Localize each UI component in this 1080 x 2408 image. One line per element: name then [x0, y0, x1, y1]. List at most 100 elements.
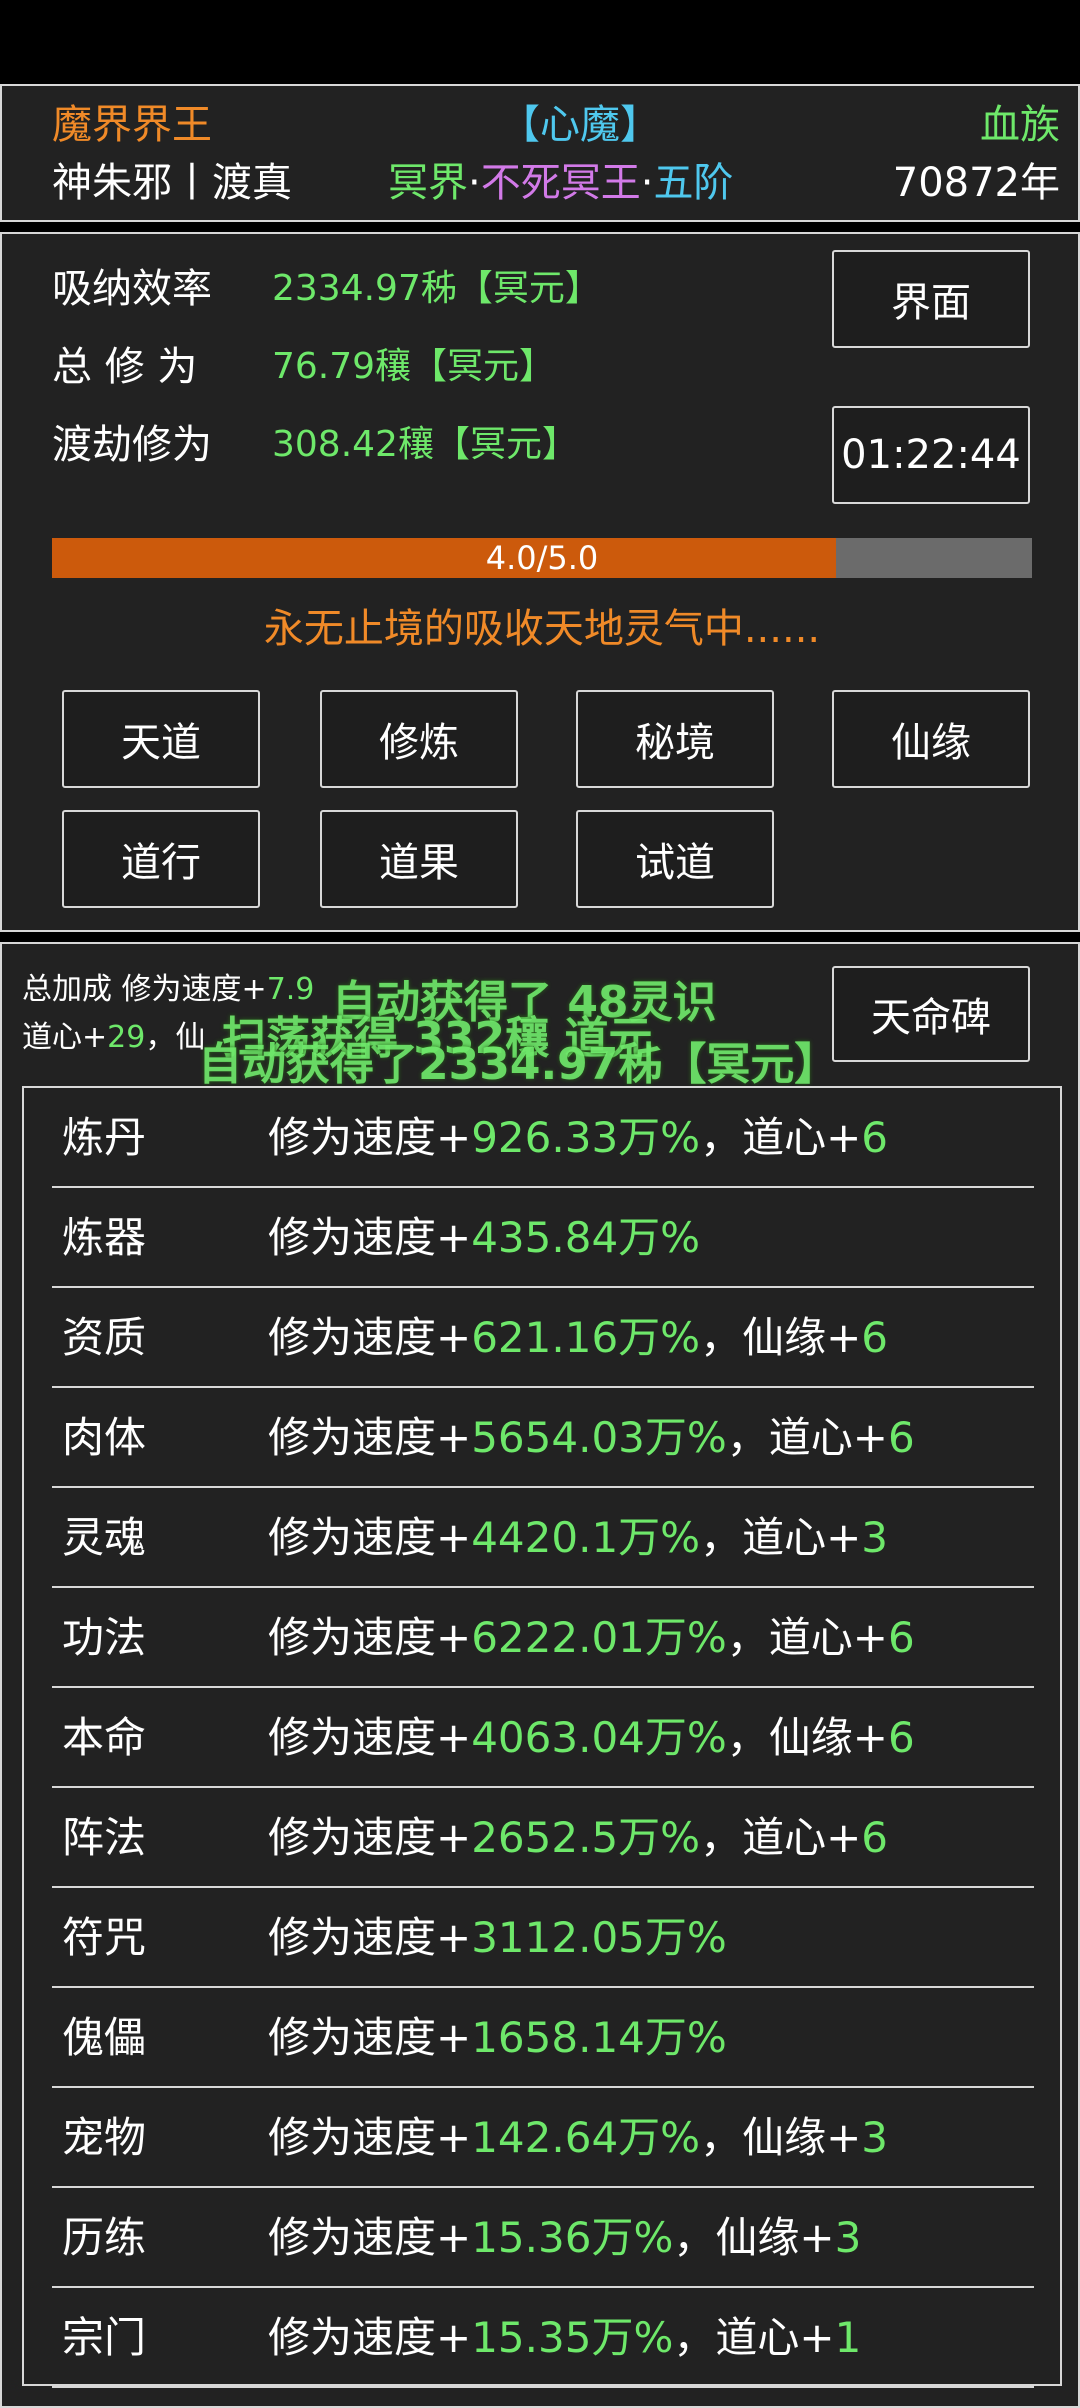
skill-effect: 修为速度+5654.03万%，道心+6	[268, 1410, 915, 1466]
skill-effect: 修为速度+2652.5万%，道心+6	[268, 1810, 888, 1866]
status-badge: 【心魔】	[500, 102, 660, 148]
tribulation-value: 308.42穰【冥元】	[272, 424, 578, 465]
total-cultivation-value: 76.79穰【冥元】	[272, 346, 556, 387]
effect-extra-value: 6	[861, 1313, 889, 1362]
bonus-tail: ，仙	[145, 1020, 206, 1055]
skill-name: 本命	[62, 1713, 147, 1762]
skill-effect: 修为速度+926.33万%，道心+6	[268, 1110, 888, 1166]
effect-prefix: 修为速度+	[268, 1713, 472, 1762]
bonus-daoxin-value: 29	[107, 1020, 146, 1055]
skill-effect: 修为速度+435.84万%	[268, 1210, 700, 1266]
effect-prefix: 修为速度+	[268, 2113, 472, 2162]
effect-prefix: 修为速度+	[268, 2213, 472, 2262]
effect-extra-label: ，仙缘+	[726, 1713, 888, 1762]
bonus-list-panel: 总加成 修为速度+7.9 道心+29，仙 天命碑 自动获得了 48灵识 扫荡获得…	[0, 942, 1080, 2408]
effect-value: 1658.14万%	[471, 2013, 727, 2062]
xiulian-button[interactable]: 修炼	[320, 690, 518, 788]
effect-value: 2652.5万%	[471, 1813, 701, 1862]
daoguo-button[interactable]: 道果	[320, 810, 518, 908]
effect-value: 6222.01万%	[471, 1613, 727, 1662]
effect-extra-value: 6	[861, 1813, 889, 1862]
effect-extra-label: ，道心+	[726, 1613, 888, 1662]
effect-value: 5654.03万%	[471, 1413, 727, 1462]
skill-effect: 修为速度+142.64万%，仙缘+3	[268, 2110, 888, 2166]
effect-extra-label: ，仙缘+	[700, 2113, 862, 2162]
effect-prefix: 修为速度+	[268, 1213, 472, 1262]
effect-prefix: 修为速度+	[268, 2013, 472, 2062]
cultivation-stats-panel: 吸纳效率 2334.97秭【冥元】 总 修 为 76.79穰【冥元】 渡劫修为 …	[0, 232, 1080, 932]
effect-value: 3112.05万%	[471, 1913, 727, 1962]
effect-extra-label: ，道心+	[726, 1413, 888, 1462]
skill-name: 阵法	[62, 1813, 147, 1862]
skill-effect: 修为速度+4420.1万%，道心+3	[268, 1510, 888, 1566]
effect-value: 15.36万%	[471, 2213, 674, 2262]
skill-name: 符咒	[62, 1913, 147, 1962]
shidao-button[interactable]: 试道	[576, 810, 774, 908]
list-item: 历练 修为速度+15.36万%，仙缘+3	[52, 2188, 1034, 2288]
progress-text: 4.0/5.0	[485, 539, 599, 577]
skill-effect: 修为速度+621.16万%，仙缘+6	[268, 1310, 888, 1366]
effect-extra-label: ，仙缘+	[673, 2213, 835, 2262]
list-item: 符咒 修为速度+3112.05万%	[52, 1888, 1034, 1988]
effect-value: 4420.1万%	[471, 1513, 701, 1562]
effect-prefix: 修为速度+	[268, 1413, 472, 1462]
realm-name: 冥界	[388, 160, 468, 206]
status-message: 永无止境的吸收天地灵气中......	[263, 606, 821, 652]
cultivation-rank: 冥界·不死冥王·五阶	[388, 158, 733, 208]
skill-effect: 修为速度+15.35万%，道心+1	[268, 2310, 861, 2366]
effect-extra-label: ，道心+	[673, 2313, 835, 2362]
effect-value: 926.33万%	[471, 1113, 701, 1162]
player-name: 神朱邪丨渡真	[52, 160, 292, 206]
skill-effect: 修为速度+6222.01万%，道心+6	[268, 1610, 915, 1666]
effect-extra-value: 1	[834, 2313, 862, 2362]
daoxing-button[interactable]: 道行	[62, 810, 260, 908]
effect-value: 621.16万%	[471, 1313, 701, 1362]
effect-extra-value: 3	[861, 2113, 889, 2162]
skill-name: 灵魂	[62, 1513, 147, 1562]
realm-title: 魔界界王	[52, 102, 212, 148]
tianming-button[interactable]: 天命碑	[832, 966, 1030, 1062]
effect-value: 15.35万%	[471, 2313, 674, 2362]
list-item: 资质 修为速度+621.16万%，仙缘+6	[52, 1288, 1034, 1388]
absorb-value: 2334.97秭【冥元】	[272, 268, 601, 309]
list-item: 功法 修为速度+6222.01万%，道心+6	[52, 1588, 1034, 1688]
tribulation-progress-bar: 4.0/5.0	[52, 538, 1032, 578]
effect-extra-value: 6	[888, 1613, 915, 1662]
list-item: 宠物 修为速度+142.64万%，仙缘+3	[52, 2088, 1034, 2188]
effect-prefix: 修为速度+	[268, 2313, 472, 2362]
skill-effect: 修为速度+4063.04万%，仙缘+6	[268, 1710, 915, 1766]
list-item: 傀儡 修为速度+1658.14万%	[52, 1988, 1034, 2088]
effect-prefix: 修为速度+	[268, 1513, 472, 1562]
total-bonus-line-2: 道心+29，仙	[22, 1018, 205, 1058]
effect-prefix: 修为速度+	[268, 1113, 472, 1162]
effect-extra-value: 6	[888, 1413, 915, 1462]
rank-name: 不死冥王	[480, 160, 641, 206]
effect-extra-value: 3	[834, 2213, 862, 2262]
effect-extra-value: 6	[888, 1713, 915, 1762]
interface-button[interactable]: 界面	[832, 250, 1030, 348]
absorb-label: 吸纳效率	[52, 266, 212, 312]
stage-name: 五阶	[653, 160, 734, 206]
effect-prefix: 修为速度+	[268, 1913, 472, 1962]
effect-prefix: 修为速度+	[268, 1313, 472, 1362]
skill-name: 历练	[62, 2213, 147, 2262]
tiandao-button[interactable]: 天道	[62, 690, 260, 788]
floating-message: 自动获得了2334.97秭【冥元】	[198, 1039, 839, 1090]
list-item: 炼器 修为速度+435.84万%	[52, 1188, 1034, 1288]
effect-extra-label: ，道心+	[700, 1113, 862, 1162]
effect-prefix: 修为速度+	[268, 1813, 472, 1862]
timer-display: 01:22:44	[832, 406, 1030, 504]
xianyuan-button[interactable]: 仙缘	[832, 690, 1030, 788]
total-cultivation-label: 总 修 为	[52, 344, 198, 390]
skill-name: 宠物	[62, 2113, 147, 2162]
mijing-button[interactable]: 秘境	[576, 690, 774, 788]
list-item: 肉体 修为速度+5654.03万%，道心+6	[52, 1388, 1034, 1488]
skill-name: 资质	[62, 1313, 147, 1362]
race-label: 血族	[980, 102, 1060, 148]
effect-extra-value: 6	[861, 1113, 889, 1162]
list-item: 炼丹 修为速度+926.33万%，道心+6	[52, 1088, 1034, 1188]
effect-extra-label: ，道心+	[700, 1813, 862, 1862]
skill-name: 功法	[62, 1613, 147, 1662]
effect-value: 435.84万%	[471, 1213, 701, 1262]
skill-name: 肉体	[62, 1413, 147, 1462]
